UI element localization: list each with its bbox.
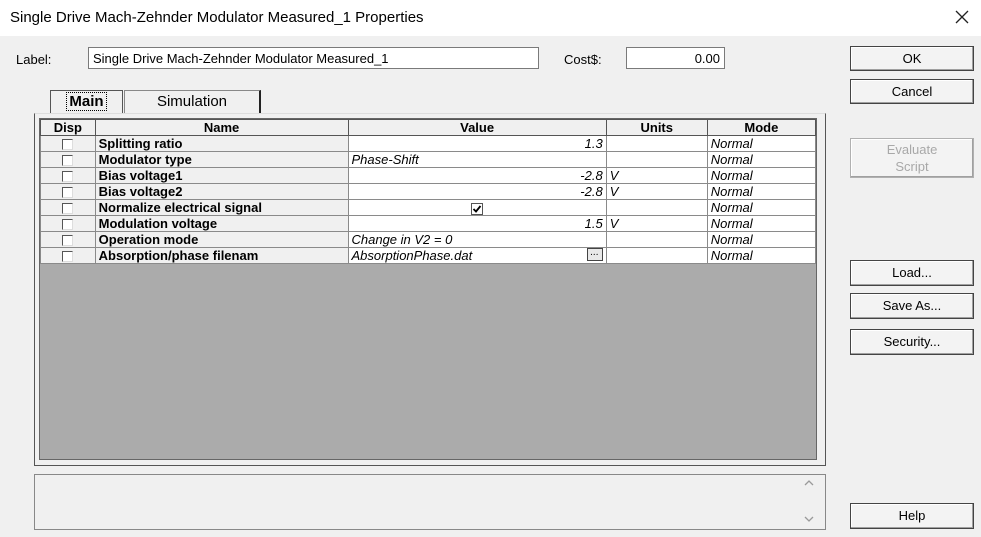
disp-checkbox-cell[interactable] [40,167,96,184]
chevron-up-icon[interactable] [803,477,815,491]
evaluate-script-button[interactable]: Evaluate Script [850,138,974,178]
disp-checkbox[interactable] [62,155,74,167]
column-header-mode[interactable]: Mode [706,119,817,136]
column-header-name[interactable]: Name [94,119,349,136]
table-row[interactable]: Bias voltage2 -2.8 V Normal [40,183,817,200]
param-name: Modulation voltage [94,215,349,232]
table-row[interactable]: Modulator type Phase-Shift Normal [40,151,817,168]
tab-simulation[interactable]: Simulation [124,90,261,113]
param-mode[interactable]: Normal [706,183,817,200]
tab-simulation-label: Simulation [156,93,228,110]
tab-main-label: Main [66,92,107,111]
parameters-table: Disp Name Value Units Mode Splitting rat… [40,119,817,264]
param-mode[interactable]: Normal [706,135,817,152]
cancel-button[interactable]: Cancel [850,79,974,104]
param-name: Operation mode [94,231,349,248]
save-as-button[interactable]: Save As... [850,293,974,319]
chevron-down-icon[interactable] [803,513,815,527]
param-mode[interactable]: Normal [706,167,817,184]
disp-checkbox-cell[interactable] [40,135,96,152]
tab-main[interactable]: Main [50,90,123,114]
param-value: AbsorptionPhase.dat [351,248,473,263]
param-mode[interactable]: Normal [706,151,817,168]
disp-checkbox[interactable] [62,139,74,151]
column-header-value[interactable]: Value [347,119,607,136]
browse-file-button[interactable]: ... [586,248,603,261]
param-units [605,151,708,168]
disp-checkbox-cell[interactable] [40,215,96,232]
checkmark-icon [472,204,482,213]
table-row[interactable]: Bias voltage1 -2.8 V Normal [40,167,817,184]
param-mode[interactable]: Normal [706,199,817,216]
param-mode[interactable]: Normal [706,247,817,264]
param-value[interactable]: 1.3 [347,135,607,152]
table-row[interactable]: Absorption/phase filenam AbsorptionPhase… [40,247,817,264]
label-caption: Label: [16,52,52,67]
param-name: Normalize electrical signal [94,199,349,216]
disp-checkbox[interactable] [62,219,74,231]
disp-checkbox[interactable] [62,251,74,263]
param-name: Splitting ratio [94,135,349,152]
param-mode[interactable]: Normal [706,231,817,248]
param-units: V [605,167,708,184]
param-mode[interactable]: Normal [706,215,817,232]
param-units [605,247,708,264]
param-value[interactable]: Phase-Shift [347,151,607,168]
param-name: Modulator type [94,151,349,168]
description-box[interactable] [34,474,826,530]
disp-checkbox-cell[interactable] [40,247,96,264]
cost-caption: Cost$: [564,52,602,67]
disp-checkbox-cell[interactable] [40,231,96,248]
table-row[interactable]: Normalize electrical signal Normal [40,199,817,216]
title-bar: Single Drive Mach-Zehnder Modulator Meas… [0,0,981,36]
security-button[interactable]: Security... [850,329,974,355]
column-header-units[interactable]: Units [605,119,708,136]
param-name: Bias voltage2 [94,183,349,200]
window-title: Single Drive Mach-Zehnder Modulator Meas… [10,9,424,26]
disp-checkbox-cell[interactable] [40,151,96,168]
parameters-grid: Disp Name Value Units Mode Splitting rat… [39,118,817,460]
value-checkbox[interactable] [471,202,484,215]
param-units: V [605,183,708,200]
table-row[interactable]: Operation mode Change in V2 = 0 Normal [40,231,817,248]
disp-checkbox-cell[interactable] [40,199,96,216]
column-header-disp[interactable]: Disp [40,119,96,136]
disp-checkbox[interactable] [62,235,74,247]
help-button[interactable]: Help [850,503,974,529]
param-value[interactable]: -2.8 [347,183,607,200]
param-value-checkbox-cell[interactable] [347,199,607,216]
label-field[interactable]: Single Drive Mach-Zehnder Modulator Meas… [88,47,539,69]
ok-button[interactable]: OK [850,46,974,71]
disp-checkbox[interactable] [62,171,74,183]
param-value[interactable]: -2.8 [347,167,607,184]
param-units [605,231,708,248]
disp-checkbox-cell[interactable] [40,183,96,200]
table-row[interactable]: Splitting ratio 1.3 Normal [40,135,817,152]
param-units [605,199,708,216]
table-header-row: Disp Name Value Units Mode [40,119,817,136]
table-row[interactable]: Modulation voltage 1.5 V Normal [40,215,817,232]
param-name: Absorption/phase filenam [94,247,349,264]
param-value-file-cell[interactable]: AbsorptionPhase.dat ... [347,247,607,264]
disp-checkbox[interactable] [62,203,74,215]
param-value[interactable]: 1.5 [347,215,607,232]
disp-checkbox[interactable] [62,187,74,199]
close-icon[interactable] [949,4,975,30]
param-name: Bias voltage1 [94,167,349,184]
param-units [605,135,708,152]
param-value[interactable]: Change in V2 = 0 [347,231,607,248]
load-button[interactable]: Load... [850,260,974,286]
param-units: V [605,215,708,232]
cost-field[interactable]: 0.00 [626,47,725,69]
